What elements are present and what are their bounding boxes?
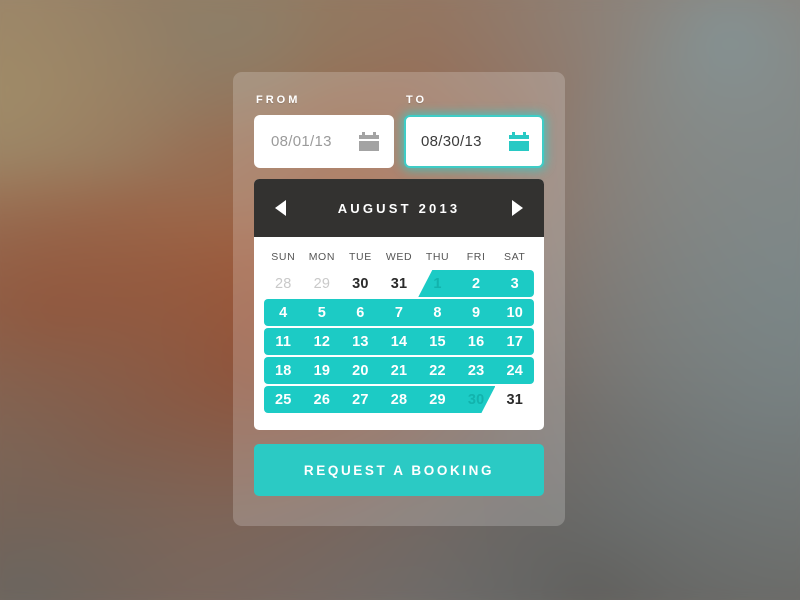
calendar-day-cell[interactable]: 30 (341, 276, 380, 292)
calendar-day-cell[interactable]: 10 (495, 305, 534, 321)
calendar-icon[interactable] (359, 132, 379, 151)
calendar-day-cell[interactable]: 28 (380, 392, 419, 408)
calendar-day-cell[interactable]: 29 (418, 392, 457, 408)
chevron-left-icon[interactable] (275, 200, 286, 216)
request-booking-label: REQUEST A BOOKING (303, 462, 495, 478)
calendar-day-cell[interactable]: 2 (457, 276, 496, 292)
calendar-day-cell[interactable]: 15 (418, 334, 457, 350)
calendar-day-cell[interactable]: 22 (418, 363, 457, 379)
to-date-input[interactable]: 08/30/13 (404, 115, 544, 168)
weekday-header-row: SUN MON TUE WED THU FRI SAT (264, 251, 534, 263)
to-date-value: 08/30/13 (421, 133, 482, 150)
date-fields-row: FROM 08/01/13 TO 08/30/13 (254, 94, 544, 168)
calendar-week-row: 28 29 30 31 1 2 3 (264, 269, 534, 298)
from-date-value: 08/01/13 (271, 133, 332, 150)
to-field-group: TO 08/30/13 (404, 94, 544, 168)
calendar-day-cell[interactable]: 30 (457, 392, 496, 408)
calendar-widget: AUGUST 2013 SUN MON TUE WED THU FRI SAT 28 29 30… (254, 179, 544, 430)
calendar-day-cell[interactable]: 16 (457, 334, 496, 350)
calendar-week-row: 25 26 27 28 29 30 31 (264, 385, 534, 414)
calendar-week-row: 4 5 6 7 8 9 10 (264, 298, 534, 327)
calendar-header: AUGUST 2013 (254, 179, 544, 237)
calendar-day-cell[interactable]: 18 (264, 363, 303, 379)
from-date-input[interactable]: 08/01/13 (254, 115, 394, 168)
from-field-label: FROM (256, 94, 301, 106)
calendar-day-cell[interactable]: 14 (380, 334, 419, 350)
calendar-day-cell[interactable]: 11 (264, 334, 303, 350)
weekday-label-wed: WED (385, 251, 413, 263)
calendar-day-cell[interactable]: 26 (303, 392, 342, 408)
calendar-week-row: 18 19 20 21 22 23 24 (264, 356, 534, 385)
calendar-day-cell[interactable]: 20 (341, 363, 380, 379)
chevron-right-icon[interactable] (512, 200, 523, 216)
calendar-day-cell[interactable]: 8 (418, 305, 457, 321)
calendar-body: SUN MON TUE WED THU FRI SAT 28 29 30 31 1 2 3 4 5 6 7 8 9 1… (254, 237, 544, 430)
calendar-day-cell[interactable]: 24 (495, 363, 534, 379)
request-booking-button[interactable]: REQUEST A BOOKING (254, 444, 544, 496)
weekday-label-thu: THU (425, 251, 450, 263)
to-field-label: TO (406, 94, 428, 106)
calendar-day-cell[interactable]: 12 (303, 334, 342, 350)
calendar-weeks: 28 29 30 31 1 2 3 4 5 6 7 8 9 10 11 12 13 14 15 16 17 18 19 20 2… (264, 269, 534, 414)
calendar-day-cell[interactable]: 31 (495, 392, 534, 408)
calendar-month-title: AUGUST 2013 (337, 200, 461, 216)
calendar-day-cell[interactable]: 5 (303, 305, 342, 321)
calendar-icon[interactable] (509, 132, 529, 151)
from-field-group: FROM 08/01/13 (254, 94, 394, 168)
calendar-day-cell[interactable]: 7 (380, 305, 419, 321)
weekday-label-fri: FRI (466, 251, 486, 263)
calendar-day-cell[interactable]: 23 (457, 363, 496, 379)
weekday-label-tue: TUE (349, 251, 372, 263)
calendar-day-cell[interactable]: 19 (303, 363, 342, 379)
calendar-day-cell[interactable]: 17 (495, 334, 534, 350)
calendar-day-cell[interactable]: 4 (264, 305, 303, 321)
weekday-label-sun: SUN (271, 251, 296, 263)
calendar-day-cell[interactable]: 25 (264, 392, 303, 408)
date-range-picker-panel: FROM 08/01/13 TO 08/30/13 AUGUST 2013 SU… (233, 72, 565, 526)
calendar-day-cell[interactable]: 3 (495, 276, 534, 292)
calendar-day-cell[interactable]: 28 (264, 276, 303, 292)
calendar-day-cell[interactable]: 6 (341, 305, 380, 321)
weekday-label-mon: MON (308, 251, 335, 263)
calendar-day-cell[interactable]: 13 (341, 334, 380, 350)
weekday-label-sat: SAT (503, 251, 526, 263)
calendar-day-cell[interactable]: 27 (341, 392, 380, 408)
calendar-day-cell[interactable]: 9 (457, 305, 496, 321)
calendar-day-cell[interactable]: 1 (418, 276, 457, 292)
calendar-day-cell[interactable]: 21 (380, 363, 419, 379)
calendar-day-cell[interactable]: 31 (380, 276, 419, 292)
calendar-day-cell[interactable]: 29 (303, 276, 342, 292)
calendar-week-row: 11 12 13 14 15 16 17 (264, 327, 534, 356)
